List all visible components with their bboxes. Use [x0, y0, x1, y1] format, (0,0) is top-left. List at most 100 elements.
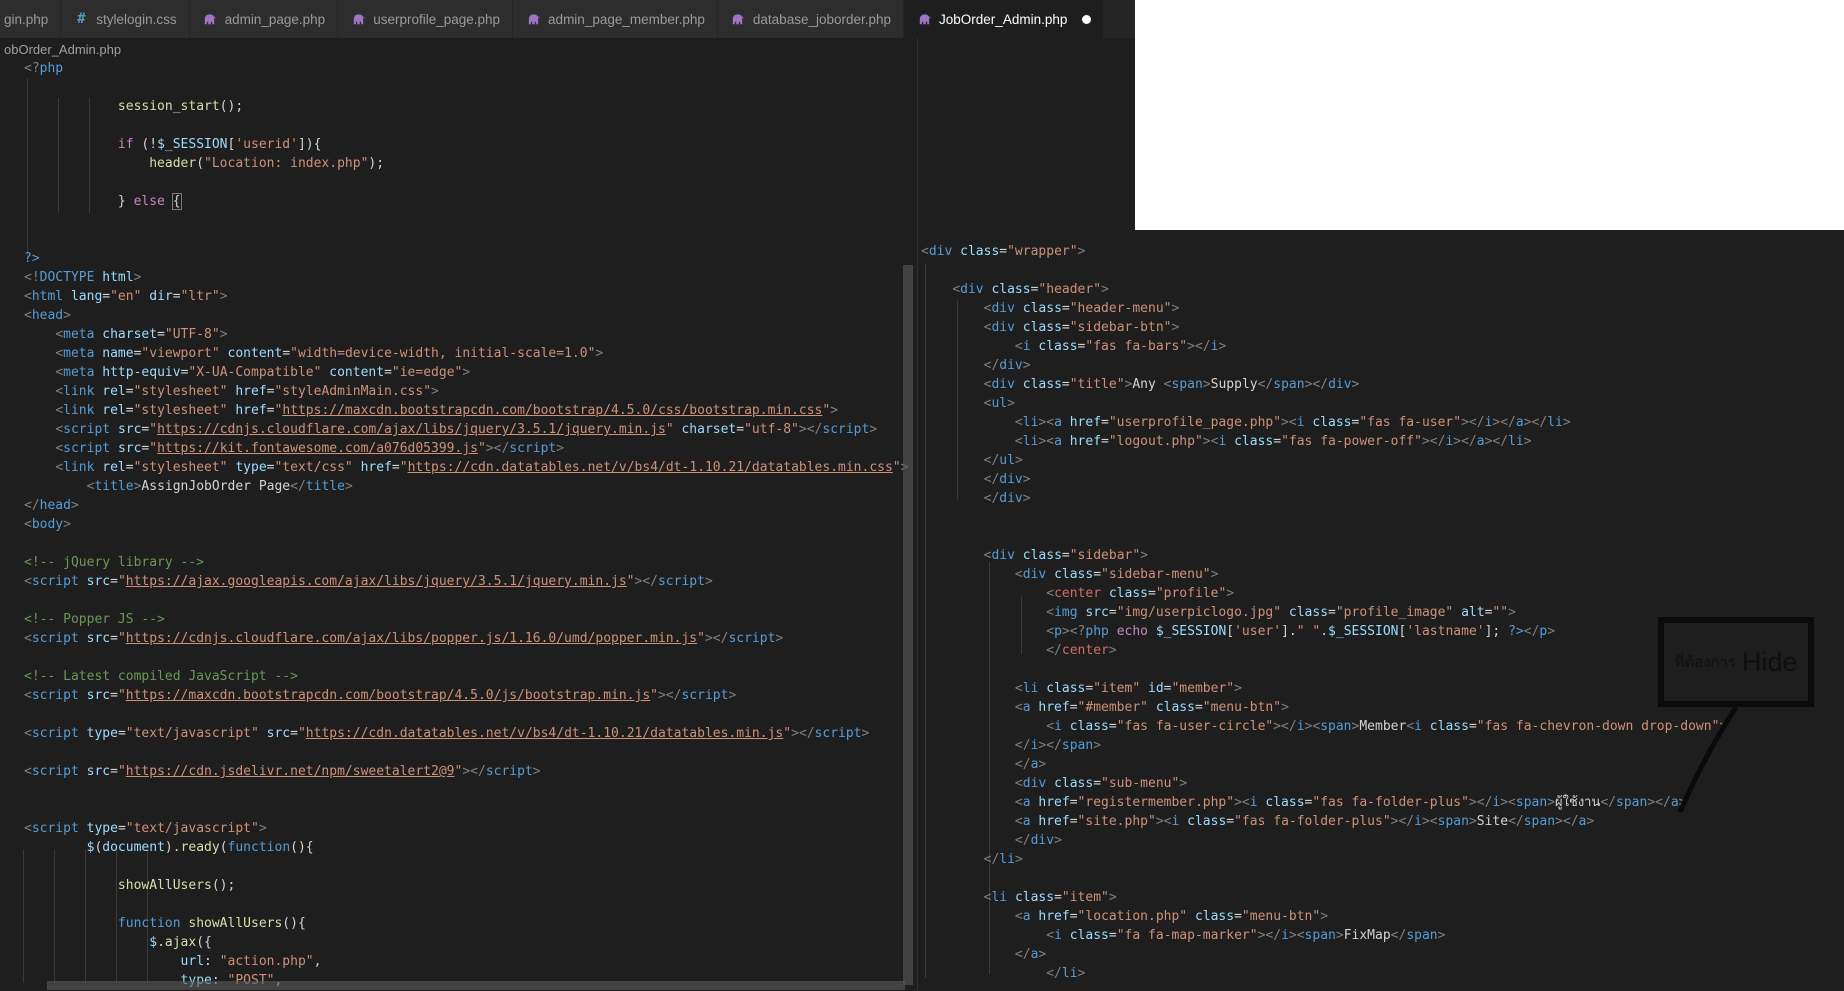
code-line: </li> — [1046, 966, 1086, 981]
code-line: <ul> — [983, 396, 1015, 411]
annotation-thai-label: ที่ต้องการ — [1674, 654, 1736, 671]
tab-admin-page-member-php[interactable]: admin_page_member.php — [513, 0, 718, 38]
vscode-window: { "colors": { "editor_bg": "#1e1e1e", "t… — [0, 0, 1844, 991]
code-line: $.ajax({ — [149, 935, 212, 950]
code-area-right: <div class="wrapper"> <div class="header… — [921, 242, 1727, 983]
code-line: url: "action.php", — [180, 954, 322, 969]
code-line: <script type="text/javascript" src="http… — [24, 726, 870, 741]
code-line: <?php — [24, 61, 64, 76]
code-line: $(document).ready(function(){ — [86, 840, 314, 855]
code-line: <script src="https://kit.fontawesome.com… — [55, 441, 565, 456]
code-line: <li class="item"> — [983, 890, 1117, 905]
modified-dot-icon[interactable] — [1082, 14, 1092, 24]
code-line: <script src="https://cdn.jsdelivr.net/np… — [24, 764, 541, 779]
tab-label: admin_page_member.php — [548, 11, 705, 27]
tab-stylelogin-css[interactable]: # stylelogin.css — [61, 0, 190, 38]
code-line: <!DOCTYPE html> — [24, 270, 142, 285]
tab-userprofile-page-php[interactable]: userprofile_page.php — [338, 0, 514, 38]
code-line: <li><a href="userprofile_page.php"><i cl… — [1014, 415, 1571, 430]
code-line: <script src="https://maxcdn.bootstrapcdn… — [24, 688, 737, 703]
annotation-arrow — [1677, 705, 1739, 814]
code-line: <li class="item" id="member"> — [1014, 681, 1242, 696]
tab-label: admin_page.php — [224, 11, 326, 27]
code-line: if (!$_SESSION['userid']){ — [117, 137, 322, 152]
vertical-scrollbar-thumb[interactable] — [903, 265, 913, 985]
code-line: </center> — [1046, 643, 1117, 658]
code-line: <body> — [24, 517, 71, 532]
code-line: <title>AssignJobOrder Page</title> — [86, 479, 353, 494]
code-line: header("Location: index.php"); — [149, 156, 385, 171]
tab-gin-php[interactable]: gin.php — [0, 0, 62, 38]
code-line: <script type="text/javascript"> — [24, 821, 267, 836]
code-line: <!-- Latest compiled JavaScript --> — [24, 669, 298, 684]
code-line: ?> — [24, 251, 40, 266]
tab-joborder-admin-php[interactable]: JobOrder_Admin.php — [904, 0, 1105, 38]
code-line: <meta charset="UTF-8"> — [55, 327, 228, 342]
editor-pane-left[interactable]: <?php session_start(); if (!$_SESSION['u… — [0, 38, 912, 991]
horizontal-scrollbar-thumb[interactable] — [47, 981, 905, 990]
code-line: <div class="sidebar"> — [983, 548, 1149, 563]
tab-admin-page-php[interactable]: admin_page.php — [189, 0, 339, 38]
code-line: <div class="sidebar-menu"> — [1014, 567, 1219, 582]
tab-label: JobOrder_Admin.php — [939, 11, 1068, 27]
code-line: </div> — [983, 491, 1031, 506]
pane-divider[interactable] — [917, 38, 918, 991]
code-line: function showAllUsers(){ — [117, 916, 306, 931]
code-line: <a href="location.php" class="menu-btn"> — [1014, 909, 1329, 924]
code-line: </li> — [983, 852, 1023, 867]
tab-label: userprofile_page.php — [373, 11, 501, 27]
code-line: <link rel="stylesheet" href="https://max… — [55, 403, 839, 418]
code-line: <meta http-equiv="X-UA-Compatible" conte… — [55, 365, 471, 380]
code-line: <div class="title">Any <span>Supply</spa… — [983, 377, 1360, 392]
code-line: </div> — [983, 358, 1031, 373]
code-line: </ul> — [983, 453, 1023, 468]
code-line: <meta name="viewport" content="width=dev… — [55, 346, 604, 361]
code-line: </a> — [1014, 947, 1047, 962]
code-line: <script src="https://cdnjs.cloudflare.co… — [55, 422, 878, 437]
tab-label: database_joborder.php — [752, 11, 892, 27]
code-line: <script src="https://cdnjs.cloudflare.co… — [24, 631, 784, 646]
code-line: <center class="profile"> — [1046, 586, 1235, 601]
annotation-hide-label: Hide — [1742, 646, 1798, 677]
code-line: <p><?php echo $_SESSION['user']." ".$_SE… — [1046, 624, 1556, 639]
code-line: <html lang="en" dir="ltr"> — [24, 289, 228, 304]
tab-database-joborder-php[interactable]: database_joborder.php — [717, 0, 905, 38]
hide-annotation-box: ที่ต้องการ Hide — [1658, 617, 1814, 707]
code-line: <div class="header"> — [952, 282, 1109, 297]
php-file-icon — [730, 11, 746, 27]
php-file-icon — [202, 11, 218, 27]
php-file-icon — [525, 11, 541, 27]
code-area-left: <?php session_start(); if (!$_SESSION['u… — [24, 59, 908, 990]
code-line: <i class="fa fa-map-marker"></i><span>Fi… — [1046, 928, 1446, 943]
tab-label: stylelogin.css — [96, 11, 177, 27]
breadcrumb[interactable]: obOrder_Admin.php — [4, 42, 121, 57]
code-line: </head> — [24, 498, 79, 513]
code-line: <div class="header-menu"> — [983, 301, 1180, 316]
code-line: <!-- Popper JS --> — [24, 612, 165, 627]
code-line: </div> — [1014, 833, 1062, 848]
code-line: <link rel="stylesheet" href="styleAdminM… — [55, 384, 439, 399]
css-file-icon: # — [77, 11, 86, 27]
code-line: <i class="fas fa-bars"></i> — [1014, 339, 1227, 354]
code-line: <head> — [24, 308, 71, 323]
tab-label: gin.php — [4, 11, 49, 27]
code-line: <script src="https://ajax.googleapis.com… — [24, 574, 713, 589]
code-line: <img src="img/userpiclogo.jpg" class="pr… — [1046, 605, 1516, 620]
php-file-icon — [350, 11, 366, 27]
